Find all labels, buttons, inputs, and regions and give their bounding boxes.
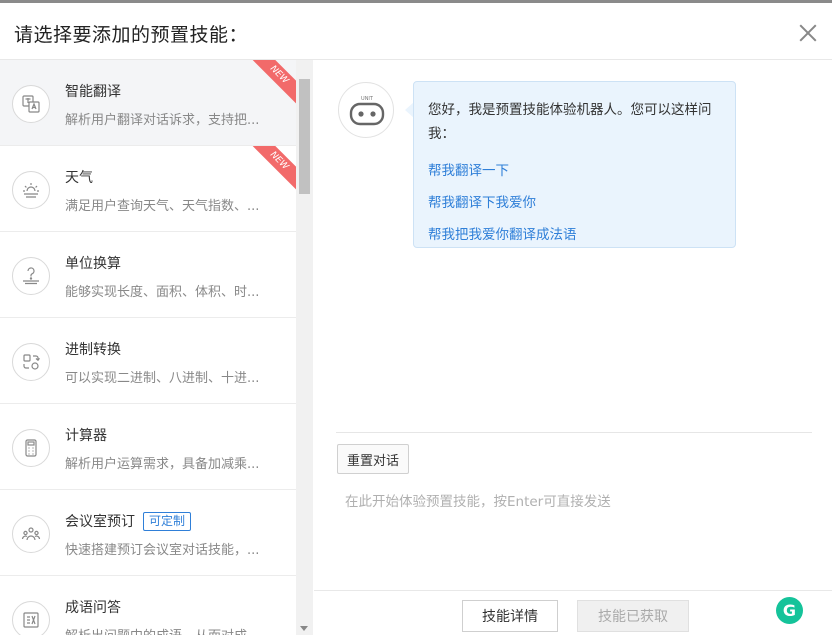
dialog-title: 请选择要添加的预置技能： (14, 24, 249, 46)
weather-icon (12, 171, 50, 209)
customizable-tag: 可定制 (143, 512, 192, 531)
skill-desc: 解析出问题中的成语，从而对成... (65, 625, 275, 635)
grammarly-glyph: G (782, 601, 797, 620)
skill-list: 智能翻译 解析用户翻译对话诉求，支持把... NEW 天气 满足用户查询天气、天… (0, 60, 313, 635)
calculator-icon (12, 429, 50, 467)
translate-icon (12, 85, 50, 123)
skill-item-unit-conversion[interactable]: 单位换算 能够实现长度、面积、体积、时... (0, 232, 296, 318)
convert-icon (12, 343, 50, 381)
skill-name: 单位换算 (65, 256, 121, 272)
suggestion-link[interactable]: 帮我把我爱你翻译成法语 (428, 224, 721, 246)
reset-conversation-button[interactable]: 重置对话 (337, 444, 409, 474)
skill-item-weather[interactable]: 天气 满足用户查询天气、天气指数、... NEW (0, 146, 296, 232)
skill-detail-button[interactable]: 技能详情 (462, 600, 558, 632)
skill-name-text: 会议室预订 (65, 514, 135, 530)
scroll-thumb[interactable] (299, 79, 310, 194)
skill-list-scrollbar[interactable] (296, 60, 313, 635)
chat-input[interactable] (345, 488, 805, 516)
dialog-header: 请选择要添加的预置技能： (0, 3, 832, 60)
skill-desc: 能够实现长度、面积、体积、时... (65, 285, 260, 300)
skill-name: 天气 (65, 170, 93, 186)
suggestion-link[interactable]: 帮我翻译一下 (428, 160, 721, 182)
skill-item-idiom[interactable]: 成语问答 解析出问题中的成语，从而对成... (0, 576, 296, 635)
skill-desc: 满足用户查询天气、天气指数、... (65, 199, 260, 214)
skill-name: 会议室预订 可定制 (65, 511, 192, 531)
grammarly-icon[interactable]: G (776, 597, 803, 624)
close-icon[interactable] (798, 23, 818, 43)
bot-avatar: UNIT (338, 82, 394, 138)
skill-item-translate[interactable]: 智能翻译 解析用户翻译对话诉求，支持把... NEW (0, 60, 296, 146)
skill-item-meeting-room[interactable]: 会议室预订 可定制 快速搭建预订会议室对话技能，... (0, 490, 296, 576)
skill-acquired-button: 技能已获取 (577, 600, 689, 632)
input-divider (336, 432, 812, 433)
scale-icon (12, 257, 50, 295)
idiom-icon (12, 601, 50, 635)
dialog-footer: 技能详情 技能已获取 (314, 590, 832, 635)
skill-desc: 解析用户运算需求，具备加减乘... (65, 457, 260, 472)
robot-icon: UNIT (349, 96, 385, 126)
suggestion-link[interactable]: 帮我翻译下我爱你 (428, 192, 721, 214)
bot-greeting: 您好，我是预置技能体验机器人。您可以这样问我： (428, 102, 712, 142)
skill-item-base-conversion[interactable]: 进制转换 可以实现二进制、八进制、十进... (0, 318, 296, 404)
skill-desc: 快速搭建预订会议室对话技能，... (65, 543, 260, 558)
skill-desc: 可以实现二进制、八进制、十进... (65, 371, 260, 386)
bot-label: UNIT (361, 96, 374, 102)
new-badge: NEW (248, 146, 296, 192)
skill-name: 计算器 (65, 428, 107, 444)
new-badge: NEW (248, 60, 296, 106)
meeting-icon (12, 515, 50, 553)
skill-name: 智能翻译 (65, 84, 121, 100)
skill-desc: 解析用户翻译对话诉求，支持把... (65, 113, 260, 128)
skill-name: 进制转换 (65, 342, 121, 358)
scroll-down-icon[interactable] (300, 626, 308, 631)
skill-item-calculator[interactable]: 计算器 解析用户运算需求，具备加减乘... (0, 404, 296, 490)
skill-name: 成语问答 (65, 600, 121, 616)
bot-message-bubble: 您好，我是预置技能体验机器人。您可以这样问我： 帮我翻译一下 帮我翻译下我爱你 … (413, 81, 736, 248)
